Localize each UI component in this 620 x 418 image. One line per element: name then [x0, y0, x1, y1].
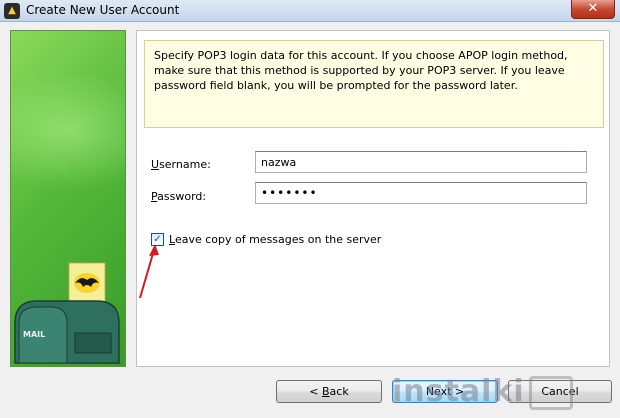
wizard-content: Specify POP3 login data for this account…: [136, 30, 610, 367]
back-button-text: ack: [329, 385, 349, 398]
username-label: Username:: [151, 158, 211, 171]
back-button-mnemonic: B: [322, 385, 330, 398]
leave-copy-label[interactable]: Leave copy of messages on the server: [169, 233, 381, 246]
watermark-text: instalki: [392, 374, 525, 409]
password-label: Password:: [151, 190, 206, 203]
title-bar[interactable]: ▲ Create New User Account ✕: [0, 0, 620, 22]
site-watermark: instalki: [392, 372, 620, 412]
password-label-text: assword:: [157, 190, 207, 203]
info-message: Specify POP3 login data for this account…: [144, 40, 604, 128]
back-button-prefix: <: [309, 385, 322, 398]
red-arrow-annotation: [139, 244, 159, 299]
wizard-side-panel: MAIL: [10, 30, 126, 367]
bat-app-icon: ▲: [4, 3, 20, 19]
stamp-icon: [68, 262, 106, 306]
username-input[interactable]: [255, 151, 587, 173]
leave-copy-text: eave copy of messages on the server: [174, 233, 382, 246]
password-input[interactable]: [255, 182, 587, 204]
mailbox-illustration: MAIL: [14, 262, 120, 364]
username-label-mnemonic: U: [151, 158, 160, 171]
close-button[interactable]: ✕: [571, 0, 615, 19]
mailbox-label: MAIL: [23, 330, 45, 339]
watermark-logo-box: [528, 375, 573, 410]
username-label-text: sername:: [159, 158, 211, 171]
window-title: Create New User Account: [26, 3, 180, 17]
back-button[interactable]: < Back: [276, 380, 382, 403]
dialog-window: ▲ Create New User Account ✕ MAIL Specify…: [0, 0, 620, 418]
